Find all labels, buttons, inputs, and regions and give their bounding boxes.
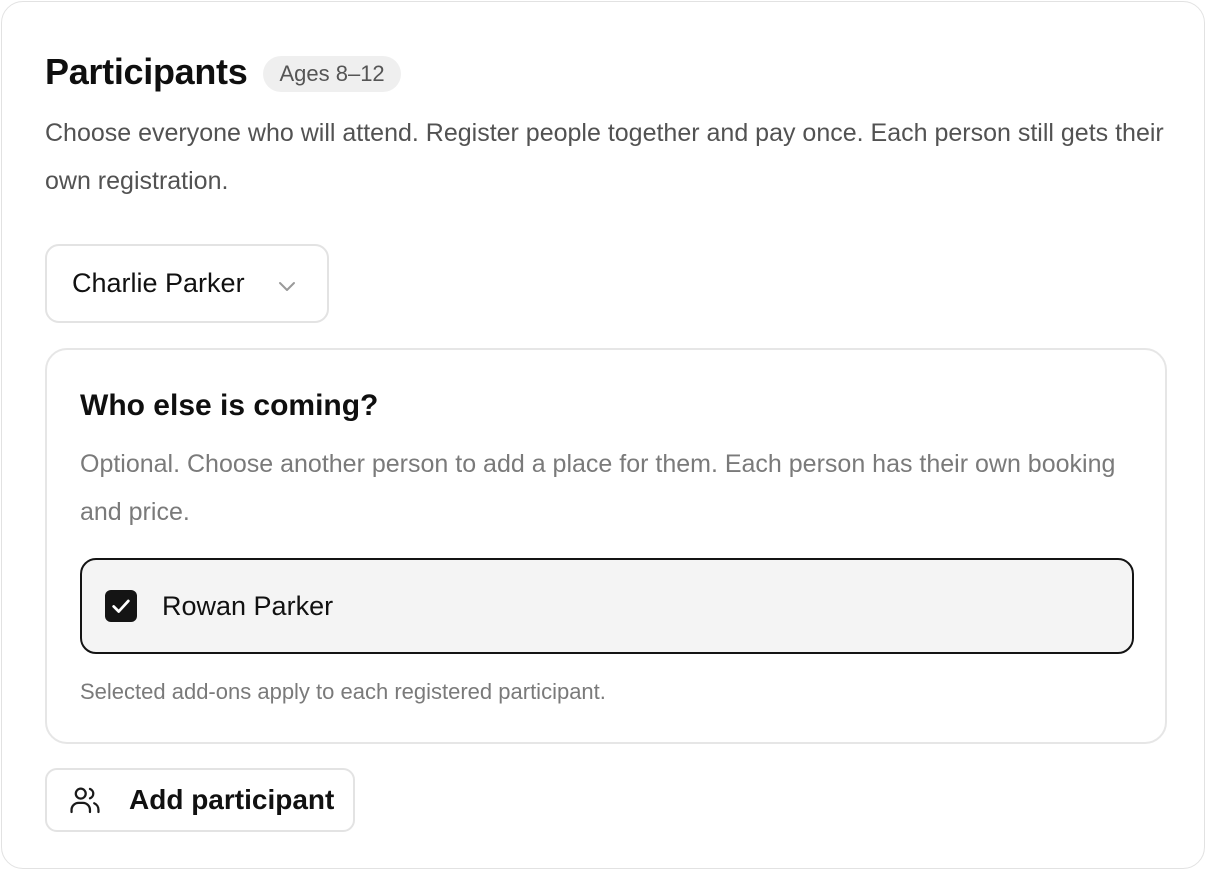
add-participant-label: Add participant	[129, 784, 335, 815]
participant-select-value: Charlie Parker	[72, 268, 245, 298]
additional-participants-panel: Who else is coming? Optional. Choose ano…	[45, 348, 1167, 744]
checkmark-icon	[112, 599, 130, 613]
section-title: Participants	[45, 51, 248, 92]
add-participant-button[interactable]: Add participant	[45, 768, 355, 832]
panel-description: Optional. Choose another person to add a…	[80, 450, 1116, 526]
participant-select[interactable]: Charlie Parker	[45, 244, 329, 323]
person-option-rowan-parker[interactable]: Rowan Parker	[80, 558, 1134, 654]
age-range-badge: Ages 8–12	[263, 56, 401, 92]
add-ons-note: Selected add-ons apply to each registere…	[80, 679, 606, 704]
participants-header: Participants Ages 8–12	[45, 50, 401, 94]
person-name: Rowan Parker	[162, 590, 334, 621]
chevron-down-icon	[279, 282, 295, 291]
checkbox-checked[interactable]	[105, 590, 137, 622]
section-description: Choose everyone who will attend. Registe…	[45, 119, 1164, 195]
users-icon	[70, 787, 100, 814]
participants-card: Participants Ages 8–12 Choose everyone w…	[1, 1, 1205, 869]
panel-title: Who else is coming?	[80, 389, 379, 422]
